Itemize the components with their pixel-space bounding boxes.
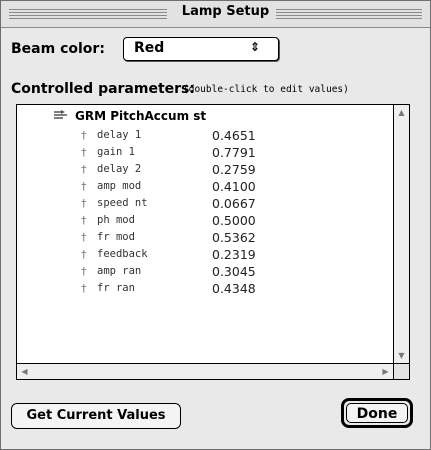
parameter-bullet-icon: † (81, 163, 87, 176)
parameter-name: amp mod (97, 180, 142, 192)
parameter-row[interactable]: † ph mod 0.5000 (17, 213, 393, 230)
popup-arrows-icon: ⇕ (249, 40, 260, 54)
parameter-value[interactable]: 0.5362 (212, 230, 256, 245)
parameter-name: fr mod (97, 231, 135, 243)
parameter-bullet-icon: † (81, 180, 87, 193)
parameter-name: ph mod (97, 214, 135, 226)
parameter-name: amp ran (97, 265, 142, 277)
parameter-name: delay 2 (97, 163, 142, 175)
parameter-bullet-icon: † (81, 248, 87, 261)
parameter-value[interactable]: 0.2319 (212, 247, 256, 262)
title-stripes-left (9, 7, 167, 20)
edit-hint: (double-click to edit values) (183, 84, 349, 95)
scroll-up-icon[interactable]: ▲ (394, 108, 409, 117)
parameter-value[interactable]: 0.0667 (212, 196, 256, 211)
parameter-name: feedback (97, 248, 148, 260)
group-label[interactable]: GRM PitchAccum st (75, 109, 206, 123)
window-title: Lamp Setup (181, 4, 270, 19)
beam-color-value: Red (134, 40, 165, 56)
parameter-row[interactable]: † amp ran 0.3045 (17, 264, 393, 281)
parameter-value[interactable]: 0.4348 (212, 281, 256, 296)
scroll-down-icon[interactable]: ▼ (394, 351, 409, 360)
done-button[interactable]: Done (341, 398, 413, 428)
lamp-setup-window: Lamp Setup Beam color: Red ⇕ Controlled … (0, 0, 431, 450)
parameter-bullet-icon: † (81, 265, 87, 278)
beam-color-popup[interactable]: Red ⇕ (123, 37, 279, 61)
scroll-left-icon[interactable]: ◀ (17, 367, 32, 376)
parameter-bullet-icon: † (81, 146, 87, 159)
parameter-name: speed nt (97, 197, 148, 209)
parameter-value[interactable]: 0.3045 (212, 264, 256, 279)
parameter-row[interactable]: † fr ran 0.4348 (17, 281, 393, 298)
parameter-bullet-icon: † (81, 197, 87, 210)
parameter-row[interactable]: † feedback 0.2319 (17, 247, 393, 264)
parameter-bullet-icon: † (81, 214, 87, 227)
parameter-row[interactable]: † gain 1 0.7791 (17, 145, 393, 162)
parameter-row[interactable]: † amp mod 0.4100 (17, 179, 393, 196)
controlled-parameters-label: Controlled parameters: (11, 81, 195, 97)
scroll-corner (393, 363, 409, 379)
parameter-name: delay 1 (97, 129, 142, 141)
title-stripes-right (276, 7, 422, 20)
horizontal-scrollbar[interactable]: ◀ ▶ (17, 363, 393, 379)
parameter-bullet-icon: † (81, 129, 87, 142)
parameter-bullet-icon: † (81, 282, 87, 295)
parameter-row[interactable]: † fr mod 0.5362 (17, 230, 393, 247)
parameter-row[interactable]: † delay 1 0.4651 (17, 128, 393, 145)
parameter-row[interactable]: † speed nt 0.0667 (17, 196, 393, 213)
parameter-bullet-icon: † (81, 231, 87, 244)
parameter-value[interactable]: 0.5000 (212, 213, 256, 228)
get-current-values-button[interactable]: Get Current Values (11, 403, 181, 429)
parameter-value[interactable]: 0.4651 (212, 128, 256, 143)
parameter-value[interactable]: 0.7791 (212, 145, 256, 160)
parameter-name: gain 1 (97, 146, 135, 158)
parameter-value[interactable]: 0.4100 (212, 179, 256, 194)
parameter-value[interactable]: 0.2759 (212, 162, 256, 177)
parameter-name: fr ran (97, 282, 135, 294)
scroll-right-icon[interactable]: ▶ (378, 367, 393, 376)
done-button-label: Done (346, 403, 408, 423)
group-tree-icon[interactable] (53, 109, 69, 125)
parameter-list[interactable]: GRM PitchAccum st † delay 1 0.4651 † gain 1 0… (16, 104, 410, 380)
parameter-row[interactable]: † delay 2 0.2759 (17, 162, 393, 179)
beam-color-label: Beam color: (11, 41, 105, 57)
title-bar[interactable]: Lamp Setup (1, 1, 430, 28)
vertical-scrollbar[interactable]: ▲ ▼ (393, 105, 409, 363)
